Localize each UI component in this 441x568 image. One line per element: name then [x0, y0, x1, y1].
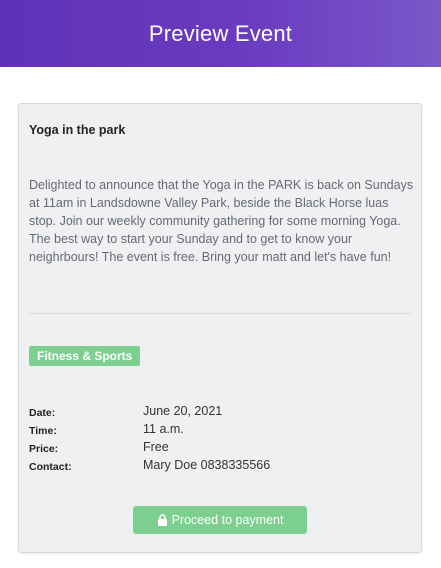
date-label: Date:	[29, 407, 56, 419]
proceed-to-payment-label: Proceed to payment	[171, 513, 284, 527]
page-title: Preview Event	[148, 20, 293, 46]
category-badge: Fitness & Sports	[29, 346, 141, 366]
detail-row-time: Time: 11 a.m.	[29, 422, 409, 440]
event-preview-card: Yoga in the park Delighted to announce t…	[18, 103, 422, 553]
price-label: Price:	[29, 443, 59, 455]
date-value: June 20, 2021	[143, 404, 223, 418]
divider	[29, 313, 411, 314]
lock-icon	[157, 514, 168, 526]
event-title: Yoga in the park	[29, 123, 126, 137]
time-value: 11 a.m.	[143, 422, 184, 436]
contact-label: Contact:	[29, 461, 72, 473]
time-label: Time:	[29, 425, 57, 437]
event-details: Date: June 20, 2021 Time: 11 a.m. Price:…	[29, 404, 409, 476]
proceed-to-payment-button[interactable]: Proceed to payment	[133, 506, 307, 534]
detail-row-price: Price: Free	[29, 440, 409, 458]
page-header: Preview Event	[0, 0, 441, 67]
event-description: Delighted to announce that the Yoga in t…	[29, 178, 414, 264]
price-value: Free	[143, 440, 169, 454]
detail-row-date: Date: June 20, 2021	[29, 404, 409, 422]
detail-row-contact: Contact: Mary Doe 0838335566	[29, 458, 409, 476]
contact-value: Mary Doe 0838335566	[143, 458, 271, 472]
